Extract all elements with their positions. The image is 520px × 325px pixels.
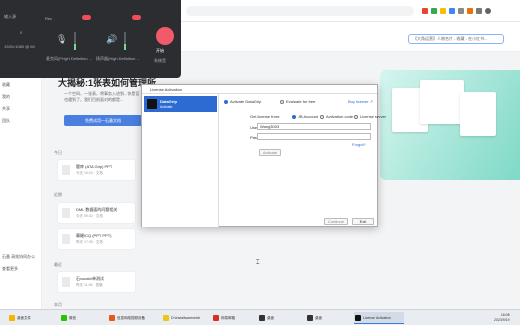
recorder-source-label: 输入源 [4, 14, 16, 19]
extension-icon[interactable] [449, 8, 455, 14]
search-input[interactable]: 【大角运营】人物名片 - 收藏 - 在小红书... [408, 34, 504, 44]
taskbar-item[interactable]: 信息网络视频设备 [108, 312, 160, 324]
activate-radio[interactable]: Activate DataGrip [224, 99, 261, 104]
product-item-datagrip[interactable]: DataGrip Activate [144, 96, 217, 112]
taskbar-item[interactable]: 桌面 [258, 312, 300, 324]
file-meta: 昨天 11:06 · 表格 [76, 283, 103, 287]
license-source-label: Get license from: [250, 114, 281, 119]
taskbar-item-active[interactable]: License Activation [354, 312, 404, 324]
sidebar-footer-item[interactable]: 石墨 高效协同办公 [2, 254, 39, 260]
file-title: DML 数据面的问题相关 [76, 207, 118, 212]
extension-icon[interactable] [476, 8, 482, 14]
sidebar-item[interactable]: 团队 [2, 118, 39, 124]
file-meta: 今天 10:24 · 文档 [76, 171, 103, 175]
product-status: Activate [160, 105, 173, 109]
extension-icon[interactable] [440, 8, 446, 14]
product-name: DataGrip [160, 99, 177, 104]
free-trial-button[interactable]: 免费试用一石墨文档 [64, 115, 142, 126]
activate-button[interactable]: Activate [259, 149, 281, 156]
promo-banner [380, 70, 520, 180]
extension-icon[interactable] [422, 8, 428, 14]
sidebar-item[interactable]: 收藏 [2, 82, 39, 88]
exit-button[interactable]: Exit [352, 218, 374, 225]
system-clock[interactable]: 16:08 2023/9/19 [494, 313, 510, 323]
taskbar-item[interactable]: D:\Installwaresetdr [162, 312, 210, 324]
file-item[interactable]: 幕缝ICQ (PPT PPT) 昨天 17:33 · 文档 [58, 229, 135, 249]
taskbar-item[interactable]: 网易邮箱 [212, 312, 256, 324]
evaluate-radio[interactable]: Evaluate for free [280, 99, 315, 104]
mic-level-meter [74, 32, 76, 50]
system-audio-label: 系统音 [154, 58, 166, 63]
section-label: 最近 [54, 262, 62, 267]
extension-icon[interactable] [458, 8, 464, 14]
jb-account-radio[interactable]: JB Account [292, 114, 318, 119]
license-activation-dialog: License Activation DataGrip Activate Act… [141, 84, 386, 227]
mic-device-label[interactable]: 麦克风(FHgH Definition ... [46, 56, 92, 62]
activation-code-radio[interactable]: Activation code [320, 114, 353, 119]
taskbar: 桌面文件 微信 信息网络视频设备 D:\Installwaresetdr 网易邮… [0, 309, 520, 325]
speaker-device-label[interactable]: 扬声器(High Definition ... [96, 56, 140, 62]
file-item[interactable]: DML 数据面的问题相关 今天 09:02 · 文档 [58, 203, 135, 223]
product-list: DataGrip Activate [142, 94, 219, 227]
hero-description: 一个空间，一张表，将事务入进到...你是否也遇到了，我们目前面对的都是... [64, 91, 140, 102]
license-server-radio[interactable]: License server [354, 114, 386, 119]
recorder-rec-label: Rec [45, 16, 53, 21]
username-field[interactable]: Wang3003 [257, 123, 371, 130]
file-meta: 昨天 17:33 · 文档 [76, 240, 103, 244]
speaker-toggle[interactable] [132, 15, 141, 20]
left-sidebar: 主页 最近 收藏 我的 共享 团队 石墨 高效协同办公 查看更多 [0, 52, 42, 309]
file-meta: 今天 09:02 · 文档 [76, 214, 103, 218]
forgot-password-link[interactable]: Forgot? [352, 142, 366, 147]
doc-icon [62, 234, 70, 244]
file-item[interactable]: 石vocabr单测试 昨天 11:06 · 表格 [58, 272, 135, 292]
section-label: 本月 [54, 302, 62, 307]
recorder-gain: 0 [20, 30, 23, 35]
doc-icon [62, 277, 70, 287]
doc-icon [62, 165, 70, 175]
sidebar-footer-item[interactable]: 查看更多 [2, 266, 39, 272]
banner-card [460, 92, 496, 136]
continue-button[interactable]: Continue [324, 218, 348, 225]
taskbar-item[interactable]: 微信 [60, 312, 100, 324]
datagrip-logo-icon [147, 99, 157, 109]
recorder-resolution: 1920×1080 @ 60 [4, 44, 35, 49]
address-bar[interactable] [186, 6, 414, 16]
sidebar-item[interactable]: 共享 [2, 106, 39, 112]
taskbar-item[interactable]: 桌面 [306, 312, 348, 324]
speaker-icon: 🔊 [106, 34, 118, 44]
section-label: 近期 [54, 192, 62, 197]
file-title: 石vocabr单测试 [76, 276, 105, 281]
microphone-icon: 🎙 [56, 34, 68, 44]
sidebar-item[interactable]: 我的 [2, 94, 39, 100]
profile-icon[interactable] [485, 8, 491, 14]
screen-recorder-panel: 输入源 1920×1080 @ 60 0 Rec 🎙 🔊 麦克风(FHgH De… [0, 0, 181, 78]
speaker-level-meter [124, 32, 126, 50]
taskbar-item[interactable]: 桌面文件 [8, 312, 52, 324]
dialog-title: License Activation [142, 85, 377, 94]
section-label: 今日 [54, 150, 62, 155]
mouse-cursor-icon: ⌶ [256, 260, 260, 266]
record-button[interactable] [156, 27, 174, 45]
extension-icon[interactable] [467, 8, 473, 14]
file-item[interactable]: 题库 (ATA Grip) PPT 今天 10:24 · 文档 [58, 160, 135, 180]
file-title: 幕缝ICQ (PPT PPT) [76, 233, 112, 238]
extension-icon[interactable] [431, 8, 437, 14]
password-field[interactable] [257, 133, 371, 140]
buy-license-link[interactable]: Buy license ↗ [348, 99, 373, 104]
file-title: 题库 (ATA Grip) PPT [76, 164, 113, 169]
doc-icon [62, 208, 70, 218]
extension-icons [422, 8, 491, 14]
banner-card [420, 80, 464, 124]
record-button-label: 开始 [156, 48, 164, 53]
mic-toggle[interactable] [82, 15, 91, 20]
